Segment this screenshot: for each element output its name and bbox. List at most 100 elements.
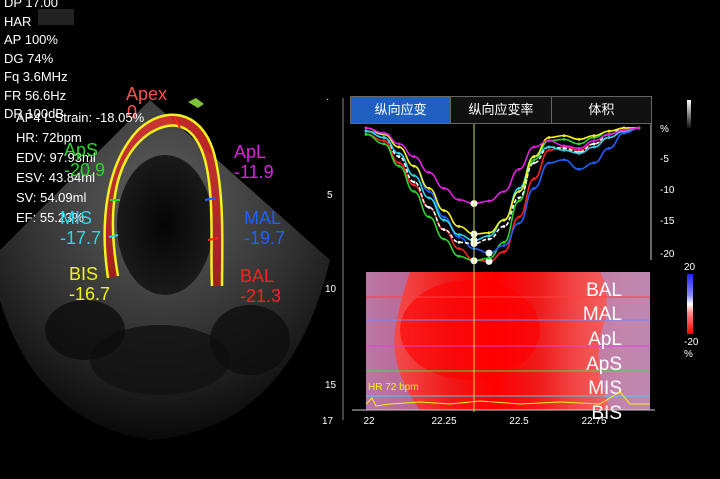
strain-point-4-8	[487, 234, 491, 238]
strain-point-3-9	[502, 225, 506, 228]
strain-point-5-16	[607, 129, 611, 133]
strain-point-3-2	[397, 155, 401, 158]
tab-longitudinal-strain-rate[interactable]: 纵向应变率	[451, 97, 552, 123]
strain-point-0-12	[547, 148, 551, 152]
strain-plot: · 5 10 15 17 BAL MAL ApL ApS MIS BIS HR …	[322, 94, 699, 427]
analysis-tabs: 纵向应变 纵向应变率 体积	[350, 96, 652, 124]
strain-point-6-4	[427, 171, 431, 174]
strain-curve-4	[365, 127, 640, 242]
strain-point-3-15	[592, 142, 596, 146]
strain-curve-0	[365, 127, 640, 263]
strain-point-3-10	[517, 196, 521, 200]
strain-point-0-3	[412, 183, 416, 187]
strain-point-5-15	[592, 134, 596, 138]
strain-point-5-3	[412, 164, 416, 168]
strain-point-3-4	[427, 205, 431, 209]
strain-point-1-14	[577, 142, 581, 146]
strain-point-6-16	[607, 132, 611, 136]
depth-tick-5: 5	[327, 190, 333, 201]
strain-point-0-1	[382, 139, 386, 143]
strain-point-6-2	[397, 142, 401, 146]
strain-point-2-4	[427, 190, 431, 193]
strain-point-6-10	[517, 167, 521, 171]
strain-point-0-6	[457, 247, 461, 251]
strain-point-4-5	[442, 218, 446, 222]
color-scale-unit: %	[684, 349, 693, 360]
strain-point-6-14	[577, 146, 581, 150]
strain-point-3-8	[487, 237, 491, 241]
strain-point-6-0	[364, 126, 368, 130]
strain-point-1-8	[487, 256, 491, 260]
strain-point-5-10	[517, 190, 521, 193]
strain-point-5-4	[427, 186, 431, 190]
strain-point-3-11	[532, 161, 536, 165]
strain-point-4-1	[382, 136, 386, 139]
strain-point-0-11	[532, 177, 536, 181]
heatmap-label-mal: MAL	[583, 304, 622, 325]
strain-curve-2	[365, 127, 640, 254]
strain-point-1-2	[397, 164, 401, 168]
strain-point-5-2	[397, 145, 401, 149]
strain-point-2-15	[592, 161, 596, 165]
strain-point-2-16	[607, 146, 611, 150]
strain-point-6-15	[592, 139, 596, 143]
strain-point-2-10	[517, 221, 521, 225]
strain-point-6-5	[442, 186, 446, 190]
strain-point-6-18	[637, 126, 641, 130]
strain-point-4-2	[397, 152, 401, 155]
time-tick-2: 22.5	[509, 416, 529, 427]
strain-point-1-0	[364, 132, 368, 136]
strain-point-1-9	[502, 240, 506, 244]
strain-point-6-12	[547, 139, 551, 143]
strain-tick-1: -10	[660, 185, 675, 196]
depth-tick-10: 10	[325, 284, 337, 295]
strain-point-1-3	[412, 190, 416, 193]
depth-tick-top: ·	[326, 94, 329, 105]
peak-marker-2	[485, 249, 493, 257]
strain-point-4-3	[412, 174, 416, 178]
strain-point-5-14	[577, 138, 581, 141]
strain-point-6-13	[562, 144, 566, 148]
strain-point-1-10	[517, 199, 521, 203]
strain-point-2-6	[457, 235, 461, 239]
strain-curve-1	[365, 127, 639, 262]
strain-point-3-5	[442, 228, 446, 232]
strain-point-5-11	[532, 155, 536, 158]
strain-point-3-6	[457, 240, 461, 244]
strain-point-2-13	[562, 158, 566, 162]
heatmap-label-apl: ApL	[588, 329, 622, 350]
strain-tick-2: -15	[660, 216, 675, 227]
heatmap-label-bal: BAL	[586, 280, 622, 301]
hr-label: HR 72 bpm	[368, 382, 419, 393]
heatmap-label-mis: MIS	[588, 378, 622, 399]
strain-point-4-16	[607, 136, 611, 139]
strain-point-2-9	[502, 244, 506, 247]
strain-unit: %	[660, 124, 669, 135]
strain-point-4-10	[517, 186, 521, 190]
gray-scale-bar	[687, 100, 691, 128]
strain-curves	[364, 126, 641, 265]
strain-point-6-3	[412, 155, 416, 158]
strain-point-6-9	[502, 190, 506, 193]
depth-tick-17: 17	[322, 416, 334, 427]
strain-point-1-4	[427, 215, 431, 219]
strain-point-0-2	[397, 161, 401, 165]
heatmap-label-aps: ApS	[586, 354, 622, 375]
strain-tick-3: -20	[660, 249, 675, 260]
color-scale-bar	[687, 274, 693, 334]
depth-tick-15: 15	[325, 380, 337, 391]
strain-point-2-5	[442, 215, 446, 219]
strain-point-5-5	[442, 209, 446, 212]
color-scale-min: -20	[684, 337, 699, 348]
strain-point-2-11	[532, 186, 536, 190]
strain-point-5-13	[562, 134, 566, 138]
strain-point-1-1	[382, 142, 386, 146]
time-tick-3: 22.75	[581, 416, 606, 427]
strain-point-3-3	[412, 180, 416, 184]
strain-point-4-4	[427, 196, 431, 200]
tab-volume[interactable]: 体积	[551, 97, 651, 123]
color-scale-max: 20	[684, 262, 696, 273]
strain-point-1-11	[532, 158, 536, 162]
tab-longitudinal-strain[interactable]: 纵向应变	[351, 97, 452, 123]
strain-point-6-6	[457, 198, 461, 202]
